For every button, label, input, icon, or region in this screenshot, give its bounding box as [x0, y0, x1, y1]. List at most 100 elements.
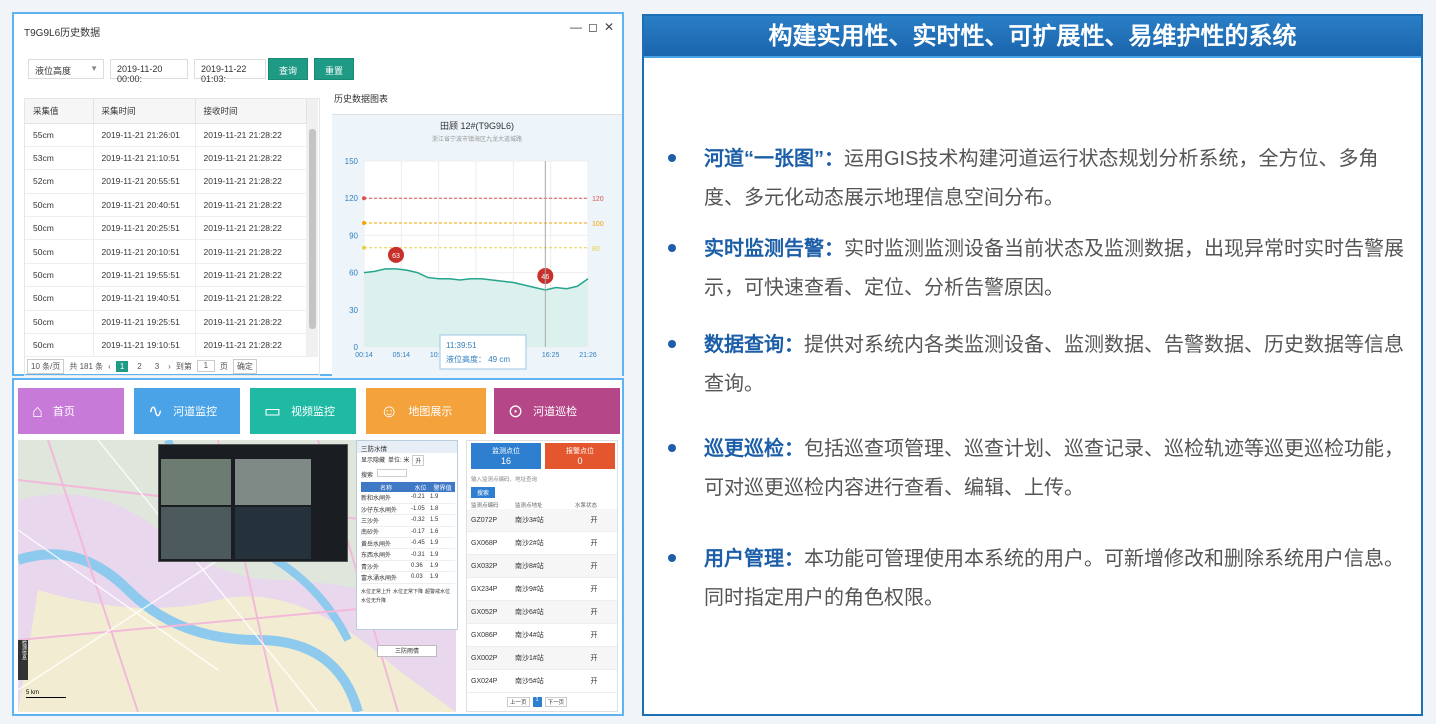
confirm-button[interactable]: 确定 — [232, 358, 257, 374]
table-scrollbar[interactable] — [307, 99, 318, 357]
video-feed-4[interactable] — [235, 507, 311, 559]
goto-label: 到第 — [175, 361, 192, 371]
nav-tile[interactable]: ⌂ 首页 — [18, 388, 124, 434]
cell-value: 50cm — [25, 239, 94, 264]
side-search-input[interactable]: 输入监测点编码、地址查询 — [471, 475, 537, 483]
col-value[interactable]: 采集值 — [25, 99, 94, 124]
query-button[interactable]: 查询 — [268, 58, 309, 80]
chevron-down-icon: ▼ — [90, 64, 98, 73]
close-icon[interactable]: ✕ — [604, 20, 614, 34]
reset-button[interactable]: 重置 — [314, 58, 355, 80]
cell-receive-time: 2019-11-21 21:28:22 — [195, 123, 307, 147]
metric-select[interactable]: 液位高度 ▼ — [28, 59, 104, 79]
side-col-code: 监测点编码 — [471, 503, 499, 509]
list-item[interactable]: GX086P 南沙4#站 开 — [467, 624, 617, 647]
table-row[interactable]: 50cm 2019-11-21 20:25:51 2019-11-21 21:28:… — [25, 216, 307, 241]
video-feed-1[interactable] — [161, 459, 231, 505]
table-row[interactable]: 50cm 2019-11-21 19:55:51 2019-11-21 21:28:… — [25, 263, 307, 288]
nav-tile[interactable]: ☺ 地图展示 — [366, 388, 486, 434]
side-page-1[interactable]: 1 — [532, 697, 542, 707]
list-item[interactable]: GX234P 南沙9#站 开 — [467, 578, 617, 601]
cell-collect-time: 2019-11-21 19:40:51 — [93, 286, 196, 311]
col-receive-time[interactable]: 接收时间 — [195, 99, 307, 124]
table-row[interactable]: 52cm 2019-11-21 20:55:51 2019-11-21 21:28:… — [25, 169, 307, 194]
minimize-icon[interactable]: — — [570, 20, 582, 34]
bullet-icon — [668, 154, 676, 162]
x-tick-label: 21:26 — [579, 352, 597, 359]
list-item[interactable]: GX052P 南沙6#站 开 — [467, 601, 617, 624]
list-item[interactable]: GX032P 南沙8#站 开 — [467, 555, 617, 578]
rain-button[interactable]: 三防雨情 — [377, 645, 437, 657]
x-tick-label: 05:14 — [393, 352, 411, 359]
start-time-input[interactable]: 2019-11-20 00:00: — [110, 59, 188, 84]
stat2-label: 报警点位 — [566, 448, 594, 455]
page-1[interactable]: 1 — [115, 360, 129, 372]
point-code: GX024P — [471, 677, 498, 685]
intro-item-text: 巡更巡检：包括巡查项管理、巡查计划、巡查记录、巡检轨迹等巡更巡检功能，可对巡更巡… — [704, 430, 1410, 508]
table-row[interactable]: 50cm 2019-11-21 19:25:51 2019-11-21 21:28:… — [25, 310, 307, 335]
nav-tile[interactable]: ▭ 视频监控 — [250, 388, 356, 434]
page-input[interactable]: 1 — [196, 360, 215, 372]
side-search-button[interactable]: 搜索 — [471, 487, 496, 498]
tooltip-value: 液位高度： 49 cm — [446, 354, 510, 364]
metric-select-value: 液位高度 — [35, 66, 72, 76]
cell-collect-time: 2019-11-21 20:40:51 — [93, 193, 196, 218]
table-row[interactable]: 50cm 2019-11-21 20:40:51 2019-11-21 21:28:… — [25, 193, 307, 218]
nav-tile[interactable]: ∿ 河道监控 — [134, 388, 240, 434]
water-row[interactable]: 青沙外 0.36 1.9 — [361, 560, 455, 573]
prev-page-icon[interactable]: ‹ — [108, 362, 111, 371]
col-collect-time[interactable]: 采集时间 — [93, 99, 196, 124]
alarm-points-stat[interactable]: 报警点位 0 — [545, 443, 615, 469]
page-3[interactable]: 3 — [151, 361, 163, 372]
water-search-input[interactable] — [377, 469, 408, 477]
page-2[interactable]: 2 — [133, 361, 145, 372]
cell-collect-time: 2019-11-21 20:25:51 — [93, 216, 196, 241]
intro-item-heading: 巡更巡检： — [704, 438, 804, 460]
table-row[interactable]: 50cm 2019-11-21 19:40:51 2019-11-21 21:28:… — [25, 286, 307, 311]
intro-item-body: 提供对系统内各类监测设备、监测数据、告警数据、历史数据等信息查询。 — [704, 334, 1404, 395]
water-alert: 1.9 — [429, 560, 455, 573]
water-row[interactable]: 南砂外 -0.17 1.6 — [361, 526, 455, 539]
table-row[interactable]: 53cm 2019-11-21 21:10:51 2019-11-21 21:28:… — [25, 146, 307, 171]
video-feed-2[interactable] — [235, 459, 311, 505]
water-row[interactable]: 新和水闸外 -0.21 1.9 — [361, 492, 455, 504]
monitor-points-stat[interactable]: 监测点位 16 — [471, 443, 541, 469]
video-wall[interactable] — [158, 444, 348, 562]
page-size-select[interactable]: 10 条/页 — [27, 358, 65, 374]
list-item[interactable]: GX024P 南沙5#站 开 — [467, 670, 617, 693]
water-name: 东西水闸外 — [361, 548, 411, 561]
next-page-icon[interactable]: › — [168, 362, 171, 371]
intro-item-heading: 河道“一张图”： — [704, 148, 844, 170]
unit-select[interactable]: 升 — [412, 455, 425, 466]
side-prev-button[interactable]: 上一页 — [507, 697, 530, 707]
marker-label: 63 — [392, 253, 400, 260]
list-item[interactable]: GX002P 南沙1#站 开 — [467, 647, 617, 670]
scroll-thumb[interactable] — [309, 129, 316, 329]
nav-tile[interactable]: ⊙ 河道巡检 — [494, 388, 620, 434]
water-row[interactable]: 黄岳水闸外 -0.45 1.9 — [361, 537, 455, 550]
pump-status: 开 — [590, 517, 598, 524]
history-line-chart[interactable]: 田顾 12#(T9G9L6) 浙江省宁波市镇海区九龙大道城路 150 120 90 60 3… — [332, 115, 622, 377]
maximize-icon[interactable]: ◻ — [588, 20, 598, 34]
water-row[interactable]: 沙仔东水闸外 -1.05 1.8 — [361, 503, 455, 516]
point-address: 南沙8#站 — [515, 563, 544, 570]
show-hidden-checkbox[interactable]: 显示隐藏 — [361, 455, 385, 466]
cell-collect-time: 2019-11-21 20:10:51 — [93, 239, 196, 264]
map-side-tab[interactable]: 检测信息 — [18, 640, 28, 680]
water-row[interactable]: 三沙外 -0.32 1.5 — [361, 514, 455, 527]
table-row[interactable]: 50cm 2019-11-21 19:10:51 2019-11-21 21:28:… — [25, 333, 307, 358]
table-row[interactable]: 50cm 2019-11-21 20:10:51 2019-11-21 21:28:… — [25, 239, 307, 264]
table-row[interactable]: 55cm 2019-11-21 21:26:01 2019-11-21 21:28:… — [25, 123, 307, 147]
water-row[interactable]: 富水涌水闸外 0.03 1.9 — [361, 571, 455, 584]
water-row[interactable]: 东西水闸外 -0.31 1.9 — [361, 548, 455, 561]
cell-value: 50cm — [25, 286, 94, 311]
video-feed-3[interactable] — [161, 507, 231, 559]
side-next-button[interactable]: 下一页 — [544, 697, 568, 707]
point-code: GZ072P — [471, 516, 498, 524]
side-col-addr: 监测点地址 — [515, 503, 543, 509]
end-time-input[interactable]: 2019-11-22 01:03: — [194, 59, 266, 84]
water-alert: 1.9 — [429, 537, 455, 550]
side-table-header: 监测点编码 监测点地址 水泵状态 — [467, 501, 617, 509]
list-item[interactable]: GX068P 南沙2#站 开 — [467, 532, 617, 555]
list-item[interactable]: GZ072P 南沙3#站 开 — [467, 509, 617, 532]
